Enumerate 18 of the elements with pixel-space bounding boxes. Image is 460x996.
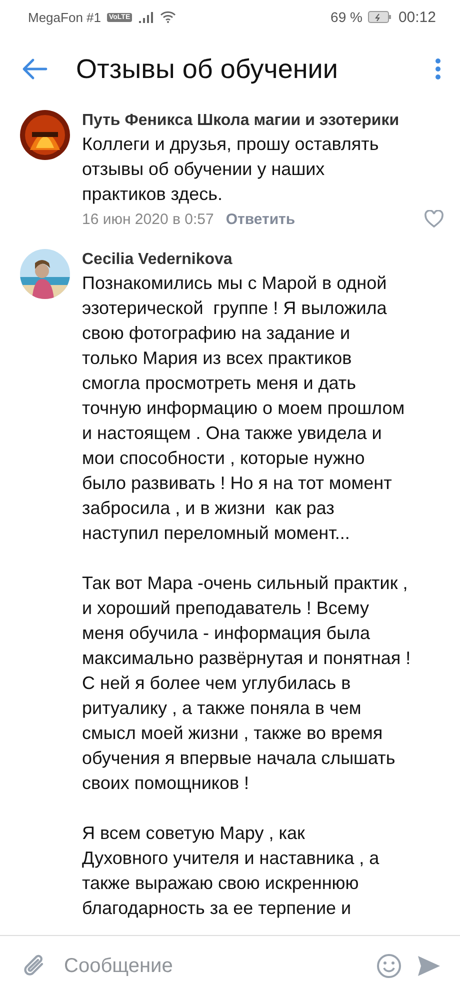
battery-icon [368, 11, 392, 23]
signal-icon [138, 11, 154, 23]
battery-percent: 69 % [330, 9, 362, 25]
comment-text: Познакомились мы с Марой в одной эзотерической группе ! Я выложила свою фотографию на задание и только Мария из всех практиков смогла просмотреть меня и дать точную информацию о моем прошлом и настоящем . Она также увидела и мои способности , которые нужно было развивать ! Но я на тот момент забросила , и в жизни как раз наступил переломный момент... Так вот Мара -очень сильный практик , и хороший преподаватель ! Всему меня обучила - информация была максимально развёрнутая и понятная ! С ней я более чем углубилась в ритуалику , а также поняла в чем смысл моей жизни , также во время обучения я впервые начала слышать своих помощников ! Я всем советую Мару , как Духовного учителя и наставника , а также выражаю свою искреннюю благодарность за ее терпение и [82, 272, 412, 920]
page-title: Отзывы об обучении [76, 54, 339, 84]
back-arrow-icon[interactable] [22, 58, 48, 80]
smiley-icon[interactable] [376, 953, 402, 979]
comment-date: 16 июн 2020 в 0:57 [82, 210, 214, 228]
heart-icon[interactable] [424, 210, 444, 228]
comment-text: Коллеги и друзья, прошу оставлять отзывы об обучении у наших практиков здесь. [82, 133, 380, 206]
carrier-name: MegaFon #1 [28, 10, 101, 24]
wifi-icon [160, 11, 176, 23]
more-menu-icon[interactable] [434, 58, 442, 80]
message-field[interactable]: Сообщение [62, 954, 362, 978]
author-name[interactable]: Путь Феникса Школа магии и эзотерики [82, 110, 444, 132]
send-icon[interactable] [416, 954, 442, 978]
author-name[interactable]: Cecilia Vedernikova [82, 249, 444, 271]
clock-time: 00:12 [398, 8, 436, 26]
